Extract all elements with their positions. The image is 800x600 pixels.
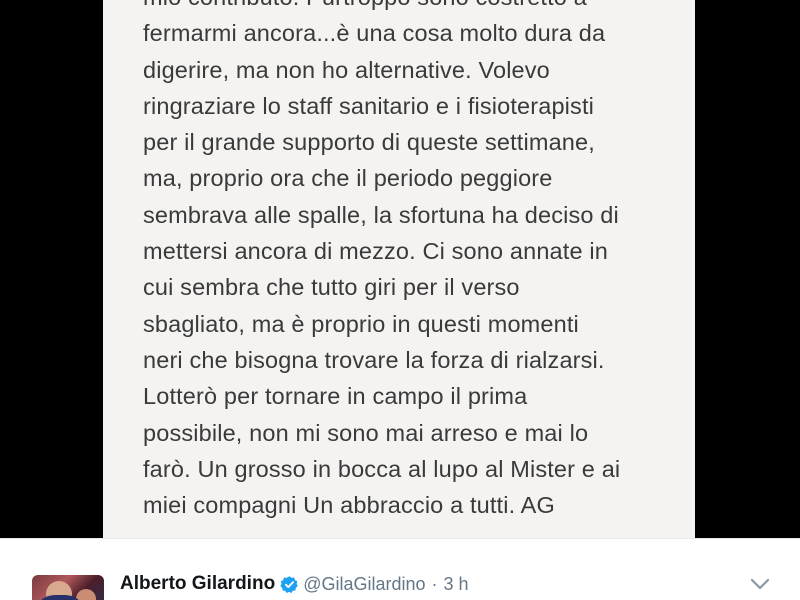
author-handle[interactable]: @GilaGilardino [303, 574, 425, 595]
note-line: cui sembra che tutto giri per il verso [143, 274, 520, 301]
author-avatar[interactable] [32, 575, 104, 600]
note-line: farò. Un grosso in bocca al lupo al Mist… [143, 455, 621, 482]
note-line: possibile, non mi sono mai arreso e mai … [143, 419, 589, 446]
avatar-shape [76, 589, 96, 600]
note-line: ringraziare lo staff sanitario e i fisio… [143, 92, 595, 119]
note-line: per il grande supporto di queste settima… [143, 129, 595, 156]
tweet-media-image[interactable]: mio contributo. Purtroppo sono costretto… [0, 0, 800, 538]
note-line: mio contributo. Purtroppo sono costretto… [143, 0, 620, 15]
note-screenshot: mio contributo. Purtroppo sono costretto… [103, 0, 695, 538]
note-line: sembrava alle spalle, la sfortuna ha dec… [143, 201, 619, 228]
note-line: neri che bisogna trovare la forza di ria… [143, 346, 605, 373]
author-line: Alberto Gilardino @GilaGilardino · 3 h [120, 569, 469, 599]
tweet-timestamp[interactable]: 3 h [444, 574, 469, 595]
author-name[interactable]: Alberto Gilardino [120, 573, 275, 595]
verified-badge-icon [280, 575, 299, 594]
note-text: mio contributo. Purtroppo sono costretto… [143, 0, 620, 523]
note-line: sbagliato, ma è proprio in questi moment… [143, 310, 579, 337]
note-line: fermarmi ancora...è una cosa molto dura … [143, 20, 606, 47]
chevron-down-icon[interactable] [748, 573, 772, 595]
twitter-timeline-page: mio contributo. Purtroppo sono costretto… [0, 0, 800, 600]
note-line: ma, proprio ora che il periodo peggiore [143, 165, 553, 192]
meta-separator: · [431, 573, 438, 594]
note-line: Lotterò per tornare in campo il prima [143, 383, 528, 410]
note-line: digerire, ma non ho alternative. Volevo [143, 56, 550, 83]
note-line: mettersi ancora di mezzo. Ci sono annate… [143, 238, 608, 265]
note-line: miei compagni Un abbraccio a tutti. AG [143, 492, 555, 519]
tweet-header: Alberto Gilardino @GilaGilardino · 3 h [0, 539, 800, 600]
